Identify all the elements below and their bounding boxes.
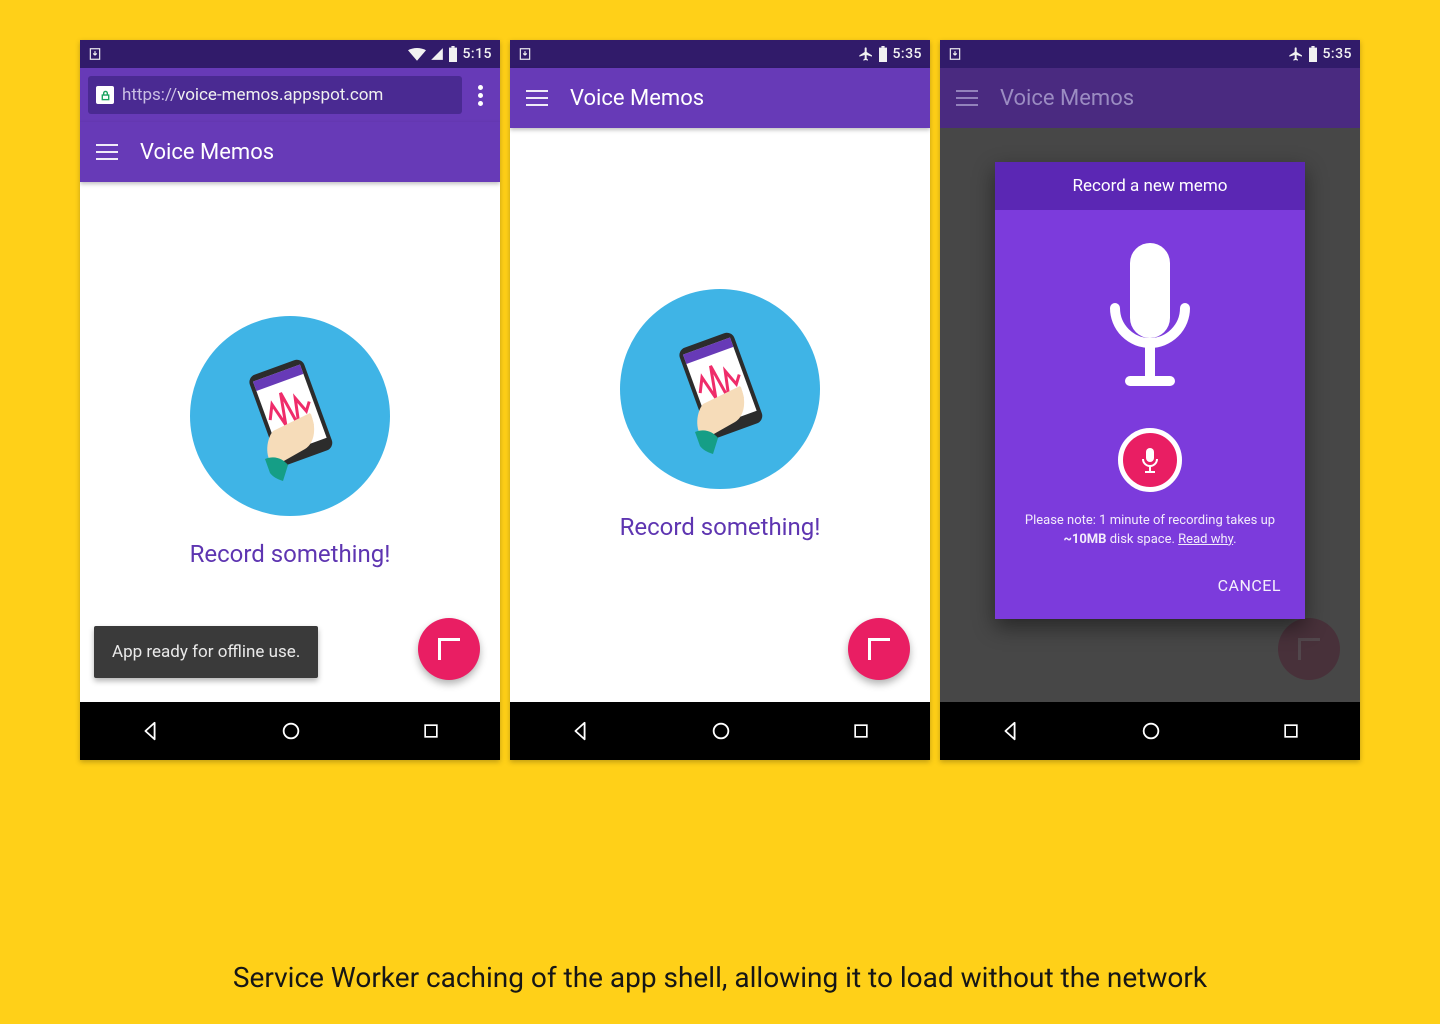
android-nav-bar [80, 702, 500, 760]
mic-small-icon [1140, 447, 1160, 473]
lock-icon [96, 86, 114, 104]
main-content: Record a new memo [940, 128, 1360, 702]
battery-icon [1308, 46, 1318, 62]
phone-3: 5:35 Voice Memos Record a new memo [940, 40, 1360, 760]
app-title: Voice Memos [570, 86, 704, 111]
nav-home-icon[interactable] [1140, 720, 1162, 742]
status-bar: 5:35 [510, 40, 930, 68]
dialog-note: Please note: 1 minute of recording takes… [1025, 512, 1275, 550]
signal-icon [430, 47, 444, 61]
airplane-mode-icon [1288, 46, 1304, 62]
omnibox[interactable]: https://voice-memos.appspot.com [88, 76, 462, 114]
browser-menu-icon[interactable] [468, 85, 492, 106]
download-icon [88, 47, 102, 61]
app-header: Voice Memos [940, 68, 1360, 128]
app-header: Voice Memos [80, 122, 500, 182]
plus-icon [868, 638, 890, 660]
phone-waveform-illustration [620, 289, 820, 489]
nav-recents-icon[interactable] [421, 721, 441, 741]
android-nav-bar [940, 702, 1360, 760]
nav-home-icon[interactable] [710, 720, 732, 742]
app-title: Voice Memos [140, 140, 274, 165]
microphone-icon [1095, 238, 1205, 408]
download-icon [948, 47, 962, 61]
download-icon [518, 47, 532, 61]
phone-waveform-illustration [190, 316, 390, 516]
figure-caption: Service Worker caching of the app shell,… [233, 961, 1207, 994]
nav-recents-icon[interactable] [1281, 721, 1301, 741]
empty-state-text: Record something! [620, 513, 821, 541]
nav-home-icon[interactable] [280, 720, 302, 742]
hamburger-icon[interactable] [526, 90, 548, 106]
dialog-title: Record a new memo [995, 162, 1305, 210]
offline-ready-toast: App ready for offline use. [94, 626, 318, 678]
fab-add-button[interactable] [848, 618, 910, 680]
cancel-button[interactable]: CANCEL [1212, 566, 1287, 605]
nav-back-icon[interactable] [999, 720, 1021, 742]
app-header: Voice Memos [510, 68, 930, 128]
phone-1: 5:15 https://voice-memos.appspot.com Voi… [80, 40, 500, 760]
wifi-icon [408, 47, 426, 61]
browser-address-bar: https://voice-memos.appspot.com [80, 68, 500, 122]
record-button[interactable] [1118, 428, 1182, 492]
dialog-scrim[interactable]: Record a new memo [940, 128, 1360, 702]
record-dialog: Record a new memo [995, 162, 1305, 619]
battery-icon [448, 46, 458, 62]
hamburger-icon[interactable] [96, 144, 118, 160]
app-title: Voice Memos [1000, 86, 1134, 111]
read-why-link[interactable]: Read why [1178, 532, 1233, 547]
fab-add-button[interactable] [418, 618, 480, 680]
empty-state-text: Record something! [190, 540, 391, 568]
airplane-mode-icon [858, 46, 874, 62]
nav-recents-icon[interactable] [851, 721, 871, 741]
nav-back-icon[interactable] [139, 720, 161, 742]
status-bar: 5:15 [80, 40, 500, 68]
main-content: Record something! [510, 128, 930, 702]
hamburger-icon [956, 90, 978, 106]
plus-icon [438, 638, 460, 660]
status-time: 5:15 [462, 46, 492, 62]
nav-back-icon[interactable] [569, 720, 591, 742]
phone-2: 5:35 Voice Memos [510, 40, 930, 760]
main-content: Record something! App ready for offline … [80, 182, 500, 702]
status-time: 5:35 [892, 46, 922, 62]
url-text: https://voice-memos.appspot.com [122, 85, 383, 105]
android-nav-bar [510, 702, 930, 760]
status-time: 5:35 [1322, 46, 1352, 62]
status-bar: 5:35 [940, 40, 1360, 68]
battery-icon [878, 46, 888, 62]
